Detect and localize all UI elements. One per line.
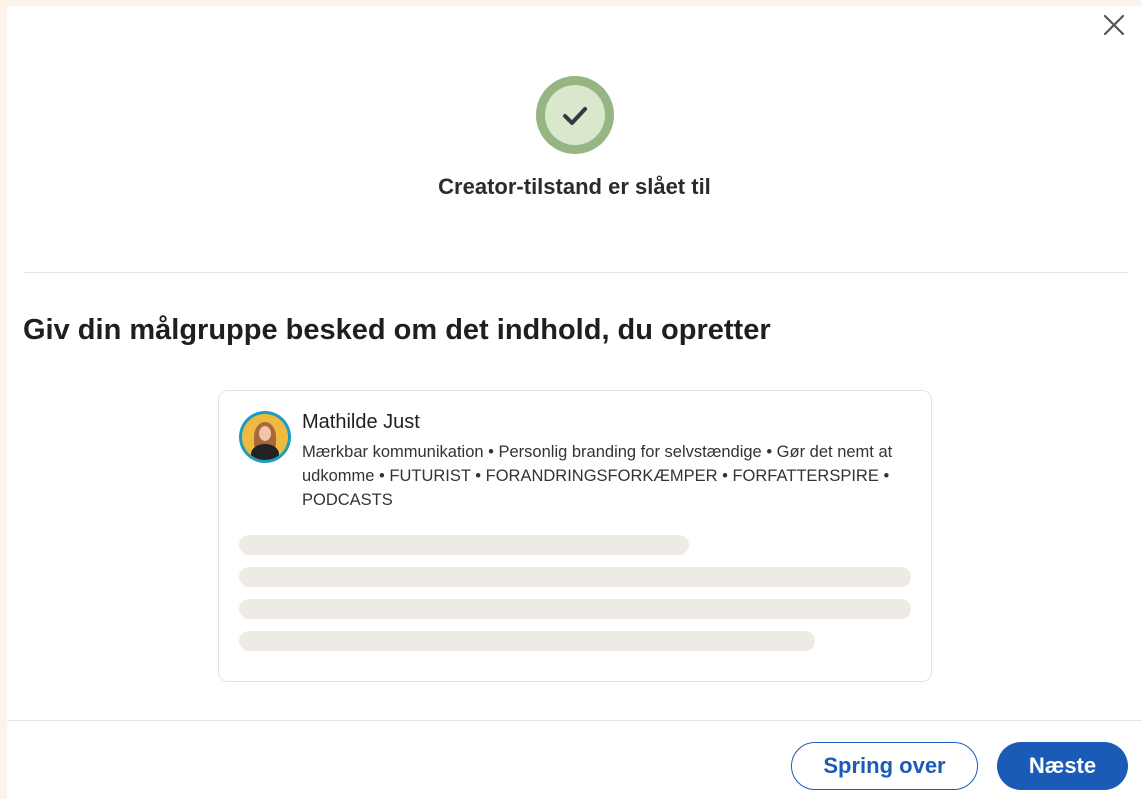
skeleton-line [239,535,689,555]
author-headline: Mærkbar kommunikation • Personlig brandi… [302,443,893,509]
close-button[interactable] [1100,11,1128,39]
post-preview-card: Mathilde Just Mærkbar kommunikation • Pe… [218,390,932,682]
success-badge [536,76,614,154]
avatar [239,411,291,463]
skip-button[interactable]: Spring over [791,742,978,790]
skeleton-line [239,631,815,651]
close-icon [1103,14,1125,36]
status-title: Creator-tilstand er slået til [438,174,711,199]
creator-mode-dialog: Creator-tilstand er slået til Giv din må… [7,6,1142,799]
next-button[interactable]: Næste [997,742,1128,790]
section-heading: Giv din målgruppe besked om det indhold,… [23,314,771,346]
footer-divider [7,720,1142,721]
skeleton-line [239,599,911,619]
skeleton-line [239,567,911,587]
author-name: Mathilde Just [302,411,420,433]
checkmark-icon [563,107,587,125]
divider [23,272,1128,273]
